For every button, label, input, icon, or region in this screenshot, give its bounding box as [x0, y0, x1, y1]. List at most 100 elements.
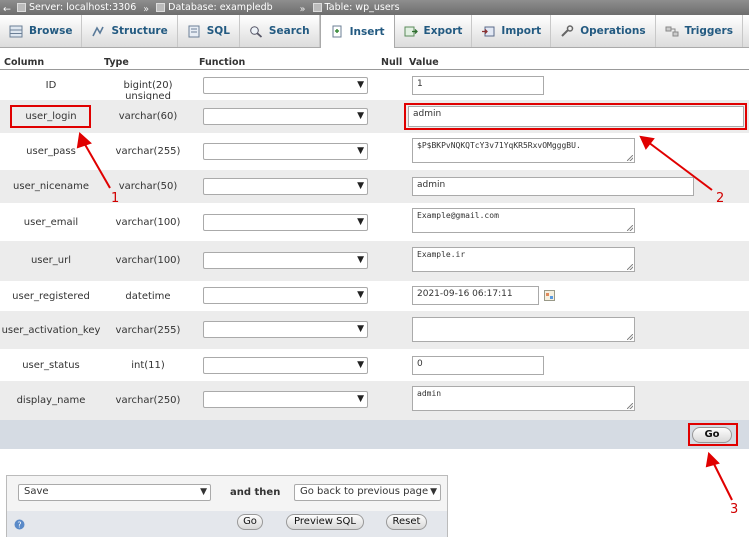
column-name: user_status: [22, 360, 80, 371]
go-bar: Go: [0, 420, 749, 449]
tab-structure-label: Structure: [111, 25, 168, 37]
column-type: varchar(250): [115, 395, 181, 406]
value-textarea[interactable]: $P$BKPvNQKQTcY3v71YqKR5RxvOMgggBU.: [412, 138, 635, 163]
table-row: user_activation_key varchar(255) ▼: [0, 311, 749, 349]
column-type: varchar(255): [115, 325, 181, 336]
function-select[interactable]: ▼: [203, 178, 368, 195]
tab-import[interactable]: Import: [472, 15, 552, 47]
annotation-number-3: 3: [730, 502, 739, 517]
value-input[interactable]: admin: [412, 177, 694, 196]
tab-operations[interactable]: Operations: [551, 15, 656, 47]
header-type: Type: [104, 57, 129, 68]
annotation-number-2: 2: [716, 191, 725, 206]
breadcrumb-table-label[interactable]: Table: wp_users: [325, 0, 400, 15]
table-row: user_pass varchar(255) ▼ $P$BKPvNQKQTcY3…: [0, 133, 749, 170]
chevron-down-icon: ▼: [357, 255, 364, 265]
table-row: user_url varchar(100) ▼ Example.ir: [0, 241, 749, 281]
reset-button[interactable]: Reset: [386, 514, 427, 530]
function-select[interactable]: ▼: [203, 321, 368, 338]
column-type: datetime: [125, 291, 171, 302]
table-icon: [312, 3, 322, 12]
tab-export[interactable]: Export: [395, 15, 473, 47]
chevron-down-icon: ▼: [200, 487, 207, 497]
value-textarea[interactable]: Example@gmail.com: [412, 208, 635, 233]
breadcrumb: ← Server: localhost:3306 » Database: exa…: [0, 0, 749, 15]
value-textarea[interactable]: Example.ir: [412, 247, 635, 272]
value-input[interactable]: 1: [412, 76, 544, 95]
breadcrumb-database[interactable]: Database: exampledb: [156, 0, 273, 15]
function-select[interactable]: ▼: [203, 391, 368, 408]
function-select[interactable]: ▼: [203, 287, 368, 304]
chevron-down-icon: ▼: [357, 217, 364, 227]
action-select-value: Save: [24, 486, 49, 497]
chevron-down-icon: ▼: [430, 487, 437, 497]
and-then-label: and then: [230, 487, 281, 498]
tab-structure[interactable]: Structure: [82, 15, 178, 47]
value-textarea[interactable]: [412, 317, 635, 342]
chevron-down-icon: ▼: [357, 181, 364, 191]
table-row: display_name varchar(250) ▼ admin: [0, 381, 749, 420]
breadcrumb-table[interactable]: Table: wp_users: [312, 0, 400, 15]
column-name: user_url: [30, 255, 72, 266]
annotation-number-1: 1: [111, 191, 120, 206]
tab-triggers[interactable]: Triggers: [656, 15, 743, 47]
export-icon: [404, 26, 418, 36]
highlight-go-button: [688, 423, 738, 446]
preview-sql-button[interactable]: Preview SQL: [286, 514, 364, 530]
wrench-icon: [561, 24, 574, 37]
column-type: int(11): [131, 360, 165, 371]
column-name: user_pass: [26, 146, 76, 157]
chevron-down-icon: ▼: [357, 394, 364, 404]
table-row: user_email varchar(100) ▼ Example@gmail.…: [0, 203, 749, 241]
header-value: Value: [409, 57, 439, 68]
header-null: Null: [381, 57, 403, 68]
function-select[interactable]: ▼: [203, 143, 368, 160]
tab-export-label: Export: [423, 25, 463, 37]
function-select[interactable]: ▼: [203, 214, 368, 231]
sql-icon: [188, 25, 200, 37]
help-icon[interactable]: ?: [14, 519, 25, 530]
breadcrumb-server[interactable]: Server: localhost:3306: [17, 0, 136, 15]
column-name: display_name: [16, 395, 86, 406]
chevron-down-icon: ▼: [357, 80, 364, 90]
column-name: user_nicename: [13, 181, 89, 192]
back-arrow-icon[interactable]: ←: [0, 2, 14, 15]
column-name: user_activation_key: [1, 325, 101, 336]
tab-insert[interactable]: Insert: [319, 15, 395, 48]
breadcrumb-database-label[interactable]: Database: exampledb: [168, 0, 273, 15]
highlight-user-login-label: [10, 105, 91, 128]
calendar-icon[interactable]: [544, 290, 555, 301]
tab-sql[interactable]: SQL: [178, 15, 240, 47]
highlight-user-login-value: [404, 103, 747, 130]
chevron-down-icon: ▼: [357, 360, 364, 370]
table-row: user_status int(11) ▼ 0: [0, 349, 749, 381]
column-name: user_email: [23, 217, 79, 228]
tab-sql-label: SQL: [206, 25, 230, 37]
column-type: varchar(100): [115, 255, 181, 266]
tab-search-label: Search: [268, 25, 310, 37]
tab-search[interactable]: Search: [240, 15, 320, 47]
function-select[interactable]: ▼: [203, 108, 368, 125]
datetime-input[interactable]: 2021-09-16 06:17:11: [412, 286, 539, 305]
table-row: user_registered datetime ▼ 2021-09-16 06…: [0, 281, 749, 311]
bottom-actions: ? Go Preview SQL Reset: [7, 511, 447, 537]
column-type: varchar(60): [118, 111, 178, 122]
tab-import-label: Import: [501, 25, 542, 37]
server-icon: [17, 3, 27, 12]
chevron-down-icon: ▼: [357, 290, 364, 300]
insert-options-panel: Save ▼ and then Go back to previous page…: [6, 475, 448, 537]
action-select[interactable]: Save ▼: [18, 484, 211, 501]
bottom-go-button[interactable]: Go: [237, 514, 263, 530]
triggers-icon: [665, 26, 679, 36]
function-select[interactable]: ▼: [203, 77, 368, 94]
value-textarea[interactable]: admin: [412, 386, 635, 411]
function-select[interactable]: ▼: [203, 357, 368, 374]
chevron-down-icon: ▼: [357, 324, 364, 334]
column-name: ID: [45, 80, 57, 91]
breadcrumb-server-label[interactable]: Server: localhost:3306: [29, 0, 136, 15]
arrow-3: [712, 461, 733, 501]
value-input[interactable]: 0: [412, 356, 544, 375]
tab-browse[interactable]: Browse: [0, 15, 83, 47]
then-select[interactable]: Go back to previous page ▼: [294, 484, 441, 501]
function-select[interactable]: ▼: [203, 252, 368, 269]
